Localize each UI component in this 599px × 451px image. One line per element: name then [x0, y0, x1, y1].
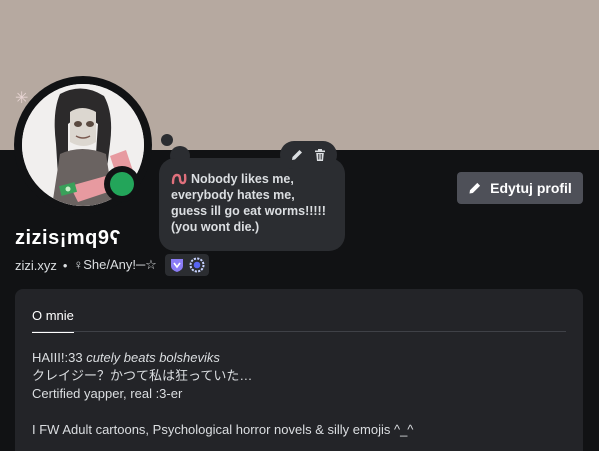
bubble-tail-small	[161, 134, 173, 146]
separator-dot: •	[62, 257, 68, 273]
pencil-icon	[469, 182, 481, 194]
display-name: zizis¡mq9ʕ	[15, 227, 122, 249]
custom-status-toolbar	[280, 141, 337, 169]
bio-line-1-italic: cutely beats bolsheviks	[86, 350, 220, 365]
trash-icon	[314, 149, 325, 161]
custom-status-line-4: (you wont die.)	[171, 220, 260, 234]
bio-blank-line	[32, 403, 566, 421]
badge-list	[164, 254, 209, 276]
about-card: O mnie HAIII!:33 cutely beats bolsheviks…	[15, 289, 583, 451]
gear-badge-icon	[189, 257, 205, 273]
edit-status-button[interactable]	[287, 145, 307, 165]
edit-profile-label: Edytuj profil	[490, 180, 572, 196]
worm-icon	[171, 170, 187, 186]
profile-meta: zizi.xyz • ♀She/Any!─☆	[15, 253, 209, 277]
custom-status-line-3: guess ill go eat worms!!!!!	[171, 204, 326, 218]
bio-line-1: HAIII!:33 cutely beats bolsheviks	[32, 349, 566, 367]
shield-icon	[170, 259, 183, 272]
custom-status-line-1: Nobody likes me,	[191, 172, 294, 186]
custom-status-text: Nobody likes me, everybody hates me, gue…	[171, 170, 333, 235]
username[interactable]: zizi.xyz	[15, 258, 57, 273]
tab-divider	[32, 331, 566, 332]
edit-profile-button[interactable]: Edytuj profil	[457, 172, 583, 204]
nitro-badge[interactable]	[169, 257, 185, 273]
bio-line-3: Certified yapper, real :3-er	[32, 386, 183, 401]
bio: HAIII!:33 cutely beats bolsheviks クレイジー？…	[32, 349, 566, 439]
pronouns: ♀She/Any!─☆	[73, 257, 157, 272]
custom-status-line-2: everybody hates me,	[171, 188, 295, 202]
bio-line-4: I FW Adult cartoons, Psychological horro…	[32, 422, 414, 437]
bio-line-1-plain: HAIII!:33	[32, 350, 87, 365]
online-status-indicator	[104, 166, 140, 202]
delete-status-button[interactable]	[310, 145, 330, 165]
pencil-icon	[292, 150, 303, 160]
bio-line-2: クレイジー？かつて私は狂っていた…	[32, 368, 253, 383]
orb-badge[interactable]	[189, 257, 205, 273]
custom-status-bubble[interactable]: Nobody likes me, everybody hates me, gue…	[159, 158, 345, 251]
tab-about-me[interactable]: O mnie	[32, 308, 74, 333]
